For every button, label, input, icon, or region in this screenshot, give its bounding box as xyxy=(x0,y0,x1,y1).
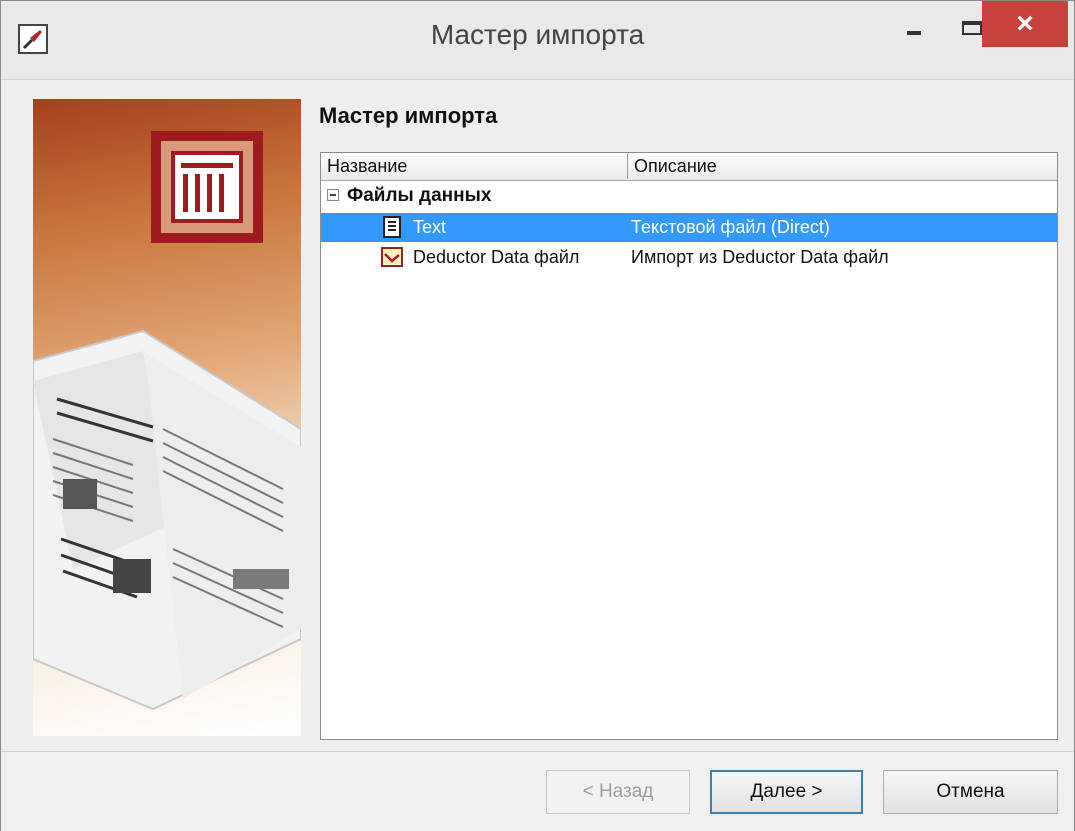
close-button[interactable]: × xyxy=(982,1,1068,47)
group-label: Файлы данных xyxy=(347,185,492,206)
list-header: Название Описание xyxy=(321,153,1057,181)
next-button[interactable]: Далее > xyxy=(710,770,863,814)
close-icon: × xyxy=(1016,7,1034,40)
column-header-name[interactable]: Название xyxy=(321,153,628,179)
column-header-description[interactable]: Описание xyxy=(628,153,1057,179)
back-button[interactable]: < Назад xyxy=(546,770,690,814)
title-bar[interactable]: Мастер импорта × xyxy=(1,1,1074,80)
item-description: Импорт из Deductor Data файл xyxy=(631,247,889,267)
text-file-icon xyxy=(383,216,401,238)
wizard-content: Мастер импорта Название Описание Файлы д… xyxy=(21,91,1058,745)
list-item-text[interactable]: Text Текстовой файл (Direct) xyxy=(321,213,1057,242)
item-name: Text xyxy=(413,217,447,237)
cancel-button[interactable]: Отмена xyxy=(883,770,1058,814)
collapse-toggle-icon[interactable] xyxy=(327,189,339,201)
group-data-files[interactable]: Файлы данных xyxy=(321,184,1057,210)
import-wizard-window: Мастер импорта × Мастер импорта Название… xyxy=(0,0,1075,831)
wizard-heading: Мастер импорта xyxy=(319,103,498,128)
import-type-list[interactable]: Название Описание Файлы данных Text Текс… xyxy=(320,152,1058,740)
wizard-footer: < Назад Далее > Отмена xyxy=(1,751,1074,831)
item-description: Текстовой файл (Direct) xyxy=(631,217,830,237)
list-item-deductor-data[interactable]: Deductor Data файл Импорт из Deductor Da… xyxy=(321,243,1057,272)
wizard-banner-image xyxy=(33,99,301,736)
minimize-button[interactable] xyxy=(885,1,943,49)
deductor-data-icon xyxy=(381,247,403,267)
item-name: Deductor Data файл xyxy=(413,247,580,267)
